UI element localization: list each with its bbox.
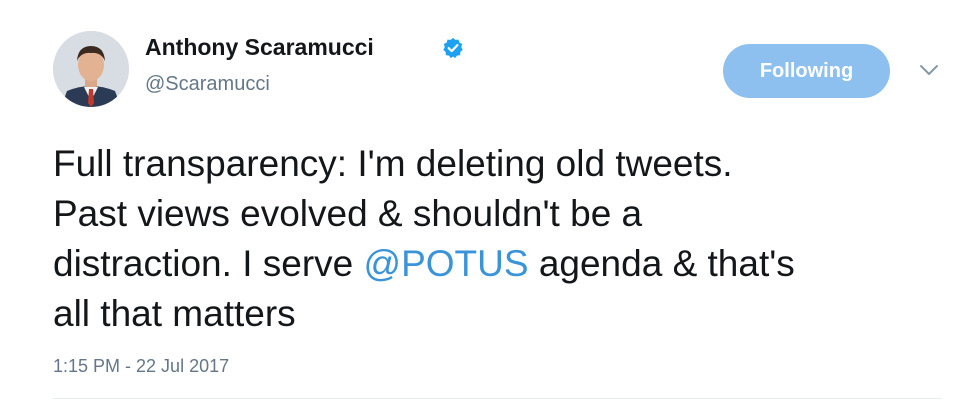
tweet-text-line: Past views evolved & shouldn't be a <box>53 193 643 234</box>
chevron-down-icon[interactable] <box>917 62 941 78</box>
author-handle[interactable]: @Scaramucci <box>145 73 270 96</box>
tweet-text-segment: distraction. I serve <box>53 243 364 284</box>
author-display-name[interactable]: Anthony Scaramucci <box>145 34 374 61</box>
tweet-text-segment: agenda & that's <box>528 243 795 284</box>
tweet-text: Full transparency: I'm deleting old twee… <box>53 139 953 339</box>
avatar[interactable] <box>53 31 129 107</box>
tweet-timestamp[interactable]: 1:15 PM - 22 Jul 2017 <box>53 356 229 377</box>
tweet-card: Anthony Scaramucci @Scaramucci Following… <box>0 0 980 402</box>
mention-link[interactable]: @POTUS <box>364 243 529 284</box>
following-button[interactable]: Following <box>723 44 890 98</box>
divider <box>53 398 942 399</box>
tweet-text-line: Full transparency: I'm deleting old twee… <box>53 143 733 184</box>
tweet-text-line: all that matters <box>53 293 296 334</box>
verified-badge-icon <box>443 37 463 59</box>
tweet-text-line: distraction. I serve @POTUS agenda & tha… <box>53 239 953 289</box>
